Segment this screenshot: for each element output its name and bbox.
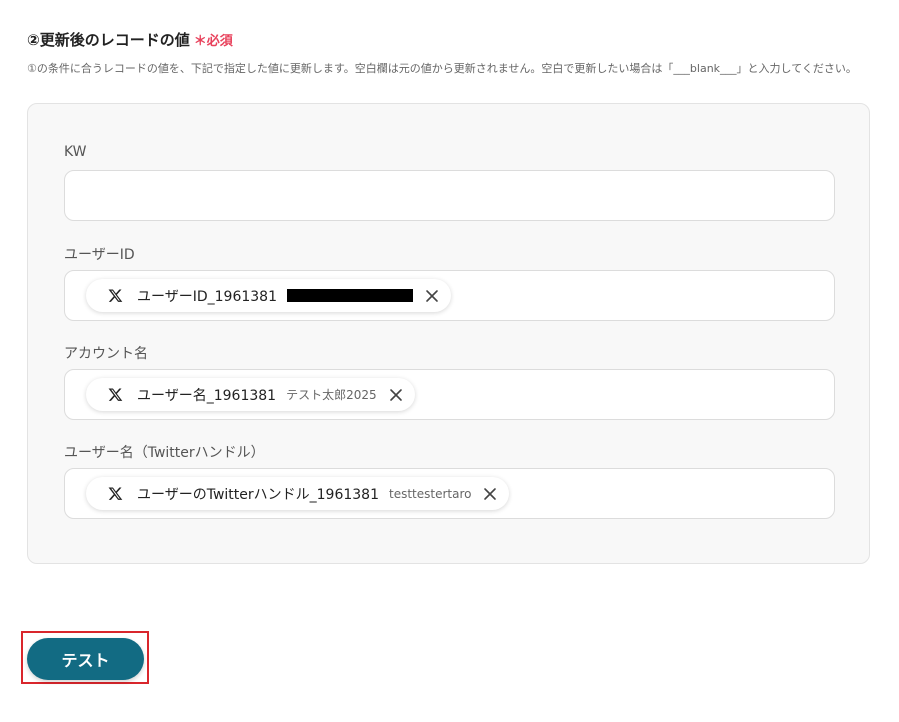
twitter-handle-input[interactable]: ユーザーのTwitterハンドル_1961381 testtestertaro	[64, 468, 835, 519]
required-mark: ＊必須	[193, 34, 233, 49]
field-label-kw: KW	[64, 144, 87, 160]
user-id-chip-label: ユーザーID_1961381	[137, 288, 277, 305]
user-id-chip[interactable]: ユーザーID_1961381	[86, 279, 451, 312]
x-logo-icon	[108, 289, 123, 302]
close-icon[interactable]	[425, 289, 439, 303]
field-label-account-name: アカウント名	[64, 346, 148, 362]
account-name-chip[interactable]: ユーザー名_1961381 テスト太郎2025	[86, 378, 415, 411]
close-icon[interactable]	[483, 487, 497, 501]
account-name-chip-value: テスト太郎2025	[286, 388, 377, 402]
section-title: ②更新後のレコードの値 ＊必須	[27, 29, 233, 50]
section-description: ①の条件に合うレコードの値を、下記で指定した値に更新します。空白欄は元の値から更…	[27, 62, 857, 75]
x-logo-icon	[108, 388, 123, 401]
user-id-input[interactable]: ユーザーID_1961381	[64, 270, 835, 321]
redacted-value	[286, 289, 413, 302]
twitter-handle-chip-label: ユーザーのTwitterハンドル_1961381	[137, 486, 379, 503]
account-name-chip-label: ユーザー名_1961381	[137, 387, 277, 404]
fields-panel: KW ユーザーID ユーザーID_1961381 アカウント名 ユーザー名_19…	[27, 103, 870, 564]
test-button[interactable]: テスト	[27, 638, 144, 680]
twitter-handle-chip[interactable]: ユーザーのTwitterハンドル_1961381 testtestertaro	[86, 477, 510, 510]
section-title-text: ②更新後のレコードの値	[27, 31, 190, 49]
account-name-input[interactable]: ユーザー名_1961381 テスト太郎2025	[64, 369, 835, 420]
x-logo-icon	[108, 487, 123, 500]
field-label-user-id: ユーザーID	[64, 247, 135, 263]
twitter-handle-chip-value: testtestertaro	[389, 486, 472, 501]
record-update-form: ②更新後のレコードの値 ＊必須 ①の条件に合うレコードの値を、下記で指定した値に更…	[0, 0, 899, 722]
close-icon[interactable]	[389, 388, 403, 402]
kw-input[interactable]	[64, 170, 835, 221]
field-label-twitter-handle: ユーザー名（Twitterハンドル）	[64, 445, 265, 461]
